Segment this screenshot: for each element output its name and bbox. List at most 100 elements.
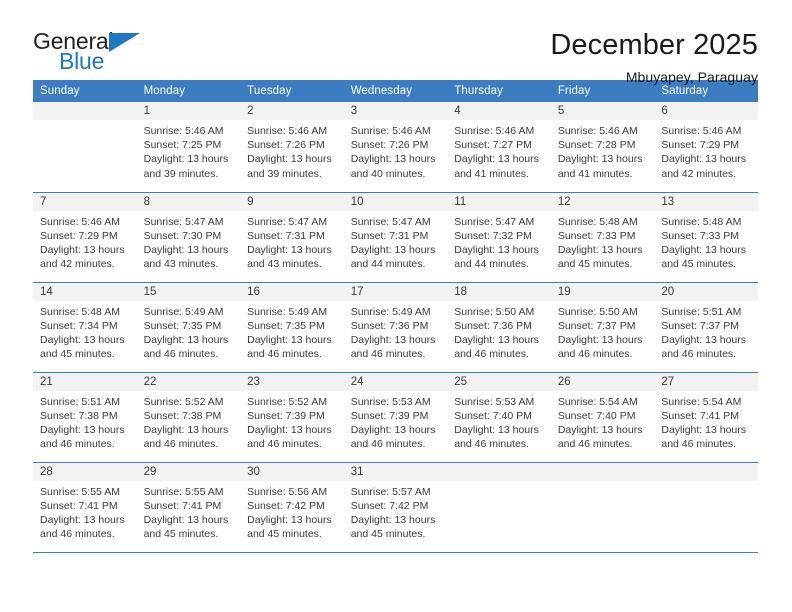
calendar-grid: Sunday Monday Tuesday Wednesday Thursday… (33, 80, 758, 553)
day-sun-details: Sunrise: 5:50 AM Sunset: 7:36 PM Dayligh… (454, 305, 539, 361)
day-number: 23 (240, 372, 344, 391)
day-number: 5 (550, 102, 655, 120)
calendar-day-cell[interactable]: 12 Sunrise: 5:48 AM Sunset: 7:33 PM Dayli… (550, 192, 655, 282)
day-sun-details: Sunrise: 5:53 AM Sunset: 7:39 PM Dayligh… (350, 395, 436, 451)
calendar-day-cell[interactable]: 14 Sunrise: 5:48 AM Sunset: 7:34 PM Dayli… (33, 282, 137, 372)
logo-triangle-icon (109, 33, 140, 52)
calendar-day-cell[interactable]: 28 Sunrise: 5:55 AM Sunset: 7:41 PM Dayli… (33, 462, 137, 552)
calendar-day-cell[interactable]: 27 Sunrise: 5:54 AM Sunset: 7:41 PM Dayli… (654, 372, 758, 462)
calendar-day-cell-empty (33, 102, 137, 192)
calendar-day-cell[interactable]: 26 Sunrise: 5:54 AM Sunset: 7:40 PM Dayli… (550, 372, 655, 462)
day-number: 19 (550, 282, 655, 301)
weekday-header-wednesday: Wednesday (343, 80, 448, 102)
calendar-day-cell[interactable]: 24 Sunrise: 5:53 AM Sunset: 7:39 PM Dayli… (343, 372, 448, 462)
calendar-day-cell-empty (550, 462, 655, 552)
day-number: 18 (447, 282, 551, 301)
day-sun-details: Sunrise: 5:46 AM Sunset: 7:26 PM Dayligh… (247, 125, 332, 180)
day-sun-details: Sunrise: 5:50 AM Sunset: 7:37 PM Dayligh… (557, 305, 643, 361)
day-number: 9 (240, 192, 344, 211)
calendar-day-cell[interactable]: 11 Sunrise: 5:47 AM Sunset: 7:32 PM Dayli… (447, 192, 551, 282)
day-sun-details: Sunrise: 5:56 AM Sunset: 7:42 PM Dayligh… (247, 485, 332, 541)
calendar-day-cell[interactable]: 16 Sunrise: 5:49 AM Sunset: 7:35 PM Dayli… (240, 282, 344, 372)
calendar-week-row: 7 Sunrise: 5:46 AM Sunset: 7:29 PM Daylig… (33, 192, 758, 282)
day-number (550, 462, 655, 481)
day-sun-details: Sunrise: 5:46 AM Sunset: 7:25 PM Dayligh… (143, 125, 229, 180)
calendar-week-row: 1 Sunrise: 5:46 AM Sunset: 7:25 PM Daylig… (33, 102, 758, 192)
calendar-day-cell[interactable]: 13 Sunrise: 5:48 AM Sunset: 7:33 PM Dayli… (654, 192, 758, 282)
weekday-header-thursday: Thursday (447, 80, 551, 102)
day-number: 15 (136, 282, 241, 301)
day-number: 27 (654, 372, 758, 391)
day-sun-details: Sunrise: 5:51 AM Sunset: 7:37 PM Dayligh… (661, 305, 747, 361)
calendar-day-cell[interactable]: 25 Sunrise: 5:53 AM Sunset: 7:40 PM Dayli… (447, 372, 551, 462)
calendar-day-cell[interactable]: 29 Sunrise: 5:55 AM Sunset: 7:41 PM Dayli… (136, 462, 241, 552)
day-sun-details: Sunrise: 5:55 AM Sunset: 7:41 PM Dayligh… (40, 485, 125, 541)
calendar-day-cell[interactable]: 21 Sunrise: 5:51 AM Sunset: 7:38 PM Dayli… (33, 372, 137, 462)
page-subtitle: Mbuyapey, Paraguay (625, 69, 758, 86)
calendar-day-cell[interactable]: 15 Sunrise: 5:49 AM Sunset: 7:35 PM Dayli… (136, 282, 241, 372)
day-number (447, 462, 551, 481)
day-number: 22 (136, 372, 241, 391)
title-block: December 2025 Mbuyapey, Paraguay (550, 28, 758, 85)
day-number: 26 (550, 372, 655, 391)
calendar-day-cell[interactable]: 6 Sunrise: 5:46 AM Sunset: 7:29 PM Daylig… (654, 102, 758, 192)
day-sun-details: Sunrise: 5:47 AM Sunset: 7:30 PM Dayligh… (143, 215, 229, 271)
day-sun-details: Sunrise: 5:57 AM Sunset: 7:42 PM Dayligh… (350, 485, 436, 541)
day-sun-details: Sunrise: 5:47 AM Sunset: 7:31 PM Dayligh… (247, 215, 332, 271)
day-number: 28 (33, 462, 137, 481)
calendar-day-cell[interactable]: 31 Sunrise: 5:57 AM Sunset: 7:42 PM Dayli… (343, 462, 448, 552)
calendar-day-cell[interactable]: 3 Sunrise: 5:46 AM Sunset: 7:26 PM Daylig… (343, 102, 448, 192)
calendar-day-cell[interactable]: 23 Sunrise: 5:52 AM Sunset: 7:39 PM Dayli… (240, 372, 344, 462)
day-number: 21 (33, 372, 137, 391)
calendar-day-cell[interactable]: 7 Sunrise: 5:46 AM Sunset: 7:29 PM Daylig… (33, 192, 137, 282)
day-number: 3 (343, 102, 448, 120)
day-number: 2 (240, 102, 344, 120)
day-sun-details: Sunrise: 5:46 AM Sunset: 7:29 PM Dayligh… (661, 125, 747, 180)
day-number: 31 (343, 462, 448, 481)
calendar-day-cell[interactable]: 8 Sunrise: 5:47 AM Sunset: 7:30 PM Daylig… (136, 192, 241, 282)
calendar-day-cell[interactable]: 20 Sunrise: 5:51 AM Sunset: 7:37 PM Dayli… (654, 282, 758, 372)
calendar-day-cell[interactable]: 17 Sunrise: 5:49 AM Sunset: 7:36 PM Dayli… (343, 282, 448, 372)
day-number: 17 (343, 282, 448, 301)
calendar-day-cell[interactable]: 30 Sunrise: 5:56 AM Sunset: 7:42 PM Dayli… (240, 462, 344, 552)
calendar-week-row: 28 Sunrise: 5:55 AM Sunset: 7:41 PM Dayli… (33, 462, 758, 552)
calendar-day-cell[interactable]: 9 Sunrise: 5:47 AM Sunset: 7:31 PM Daylig… (240, 192, 344, 282)
day-number: 14 (33, 282, 137, 301)
day-sun-details: Sunrise: 5:54 AM Sunset: 7:40 PM Dayligh… (557, 395, 643, 451)
day-number: 24 (343, 372, 448, 391)
day-sun-details: Sunrise: 5:46 AM Sunset: 7:29 PM Dayligh… (40, 215, 125, 271)
day-sun-details: Sunrise: 5:49 AM Sunset: 7:35 PM Dayligh… (143, 305, 229, 361)
calendar-day-cell[interactable]: 5 Sunrise: 5:46 AM Sunset: 7:28 PM Daylig… (550, 102, 655, 192)
calendar-page: General Blue December 2025 Mbuyapey, Par… (0, 0, 792, 612)
calendar-day-cell[interactable]: 10 Sunrise: 5:47 AM Sunset: 7:31 PM Dayli… (343, 192, 448, 282)
calendar-day-cell[interactable]: 18 Sunrise: 5:50 AM Sunset: 7:36 PM Dayli… (447, 282, 551, 372)
day-number: 11 (447, 192, 551, 211)
day-sun-details: Sunrise: 5:48 AM Sunset: 7:33 PM Dayligh… (557, 215, 643, 271)
day-number: 25 (447, 372, 551, 391)
day-sun-details: Sunrise: 5:53 AM Sunset: 7:40 PM Dayligh… (454, 395, 539, 451)
day-sun-details: Sunrise: 5:47 AM Sunset: 7:31 PM Dayligh… (350, 215, 436, 271)
day-sun-details: Sunrise: 5:52 AM Sunset: 7:39 PM Dayligh… (247, 395, 332, 451)
calendar-day-cell[interactable]: 2 Sunrise: 5:46 AM Sunset: 7:26 PM Daylig… (240, 102, 344, 192)
day-sun-details: Sunrise: 5:46 AM Sunset: 7:26 PM Dayligh… (350, 125, 436, 180)
day-number: 4 (447, 102, 551, 120)
day-sun-details: Sunrise: 5:47 AM Sunset: 7:32 PM Dayligh… (454, 215, 539, 271)
weekday-header-monday: Monday (136, 80, 241, 102)
day-number (33, 102, 137, 120)
weekday-header-tuesday: Tuesday (240, 80, 344, 102)
day-sun-details: Sunrise: 5:48 AM Sunset: 7:33 PM Dayligh… (661, 215, 747, 271)
calendar-day-cell[interactable]: 1 Sunrise: 5:46 AM Sunset: 7:25 PM Daylig… (136, 102, 241, 192)
general-blue-logo[interactable]: General Blue (33, 28, 148, 80)
day-number: 12 (550, 192, 655, 211)
day-number: 29 (136, 462, 241, 481)
calendar-body: 1 Sunrise: 5:46 AM Sunset: 7:25 PM Daylig… (33, 102, 758, 552)
day-sun-details: Sunrise: 5:55 AM Sunset: 7:41 PM Dayligh… (143, 485, 229, 541)
day-number: 1 (136, 102, 241, 120)
calendar-day-cell[interactable]: 19 Sunrise: 5:50 AM Sunset: 7:37 PM Dayli… (550, 282, 655, 372)
day-sun-details: Sunrise: 5:48 AM Sunset: 7:34 PM Dayligh… (40, 305, 125, 361)
day-sun-details: Sunrise: 5:46 AM Sunset: 7:28 PM Dayligh… (557, 125, 643, 180)
logo-text-blue: Blue (59, 48, 105, 74)
calendar-day-cell[interactable]: 22 Sunrise: 5:52 AM Sunset: 7:38 PM Dayli… (136, 372, 241, 462)
calendar-day-cell[interactable]: 4 Sunrise: 5:46 AM Sunset: 7:27 PM Daylig… (447, 102, 551, 192)
day-number: 13 (654, 192, 758, 211)
